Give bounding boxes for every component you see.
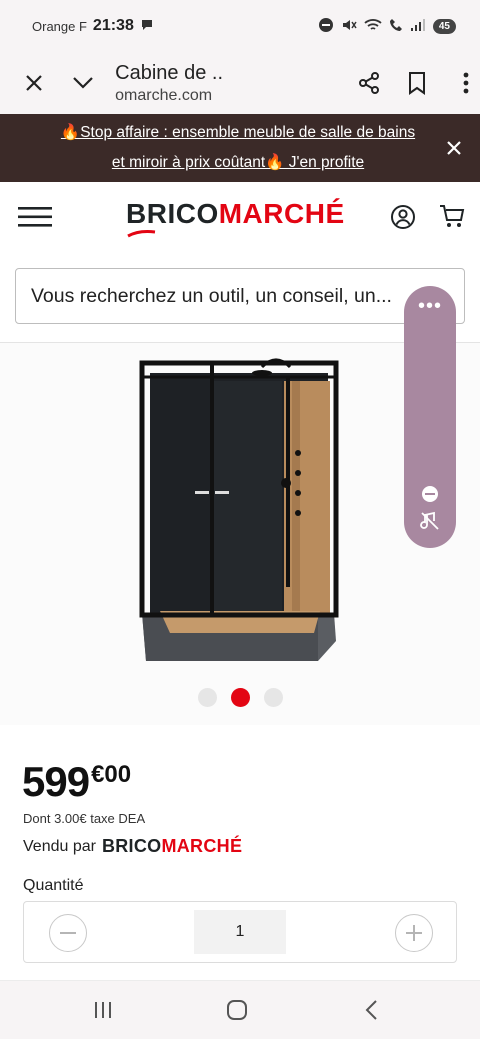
more-options-button[interactable] xyxy=(451,63,480,103)
page-title: Cabine de ... xyxy=(115,61,223,84)
carrier-name: Orange F xyxy=(32,18,87,34)
more-horizontal-icon[interactable]: ••• xyxy=(404,296,456,316)
increase-quantity-button[interactable] xyxy=(395,914,433,952)
carousel-dot-active[interactable] xyxy=(230,688,250,707)
seller-logo-part-2: MARCHÉ xyxy=(161,836,243,856)
site-logo[interactable]: BRICOMARCHÉ xyxy=(126,198,345,230)
mute-icon xyxy=(341,17,357,36)
browser-toolbar: Cabine de ... omarche.com xyxy=(0,52,480,114)
home-icon xyxy=(227,1000,247,1020)
cart-button[interactable] xyxy=(438,202,466,235)
clock: 21:38 xyxy=(92,17,134,34)
carousel-dot[interactable] xyxy=(263,688,283,707)
collapse-button[interactable] xyxy=(69,63,98,103)
logo-part-1: BRICO xyxy=(126,198,219,229)
chevron-down-icon xyxy=(73,77,93,89)
sold-by-label: Vendu par xyxy=(23,837,96,855)
share-button[interactable] xyxy=(354,63,383,103)
price-integer: 599 xyxy=(22,758,90,805)
share-icon xyxy=(358,72,379,94)
floating-media-widget[interactable]: ••• xyxy=(404,286,456,548)
cart-icon xyxy=(440,205,465,227)
carousel-dots xyxy=(0,688,480,707)
page-url: omarche.com xyxy=(115,86,213,104)
back-button[interactable] xyxy=(357,995,387,1025)
product-price: 599 €00 xyxy=(22,760,131,804)
logo-swoosh-icon xyxy=(127,230,156,238)
more-vertical-icon xyxy=(463,72,469,94)
carousel-dot[interactable] xyxy=(197,688,217,707)
battery-icon: 45 xyxy=(432,18,456,34)
close-icon xyxy=(447,141,461,155)
search-input[interactable]: Vous recherchez un outil, un conseil, un… xyxy=(15,268,465,324)
hamburger-icon xyxy=(18,207,52,227)
bookmark-button[interactable] xyxy=(403,63,432,103)
menu-button[interactable] xyxy=(18,206,52,228)
price-decimal: €00 xyxy=(91,761,132,788)
user-icon xyxy=(391,205,415,229)
account-button[interactable] xyxy=(390,204,416,235)
seller-logo-part-1: BRICO xyxy=(101,836,162,856)
search-placeholder: Vous recherchez un outil, un conseil, un… xyxy=(31,284,392,307)
close-icon xyxy=(26,75,43,91)
recent-apps-button[interactable] xyxy=(88,995,118,1025)
music-off-icon[interactable] xyxy=(419,510,441,537)
seller-logo: BRICOMARCHÉ xyxy=(102,836,242,857)
minimize-icon[interactable] xyxy=(422,486,438,502)
promo-link-line1[interactable]: 🔥Stop affaire : ensemble meuble de salle… xyxy=(61,124,415,141)
do-not-disturb-icon xyxy=(318,17,334,36)
bookmark-icon xyxy=(409,72,426,95)
promo-banner: 🔥Stop affaire : ensemble meuble de salle… xyxy=(0,114,480,182)
cut-off-text xyxy=(23,972,323,980)
call-icon xyxy=(389,18,403,35)
promo-close-button[interactable] xyxy=(442,136,466,160)
promo-link-line2[interactable]: et miroir à prix coûtant🔥 J'en profite xyxy=(112,154,364,171)
logo-part-2: MARCHÉ xyxy=(218,198,345,229)
tax-note: Dont 3.00€ taxe DEA xyxy=(23,811,146,826)
recent-apps-icon xyxy=(95,1002,111,1018)
quantity-stepper: 1 xyxy=(23,901,457,963)
wifi-icon xyxy=(364,18,382,35)
quantity-input[interactable]: 1 xyxy=(194,910,286,954)
chat-bubble-icon xyxy=(140,18,154,35)
decrease-quantity-button[interactable] xyxy=(49,914,87,952)
url-bar[interactable]: Cabine de ... omarche.com xyxy=(115,62,222,105)
home-button[interactable] xyxy=(222,995,252,1025)
close-tab-button[interactable] xyxy=(20,63,49,103)
status-bar: Orange F 21:38 45 xyxy=(0,0,480,52)
system-nav-bar xyxy=(0,980,480,1039)
signal-icon xyxy=(410,18,426,35)
quantity-label: Quantité xyxy=(23,877,84,894)
back-arrow-icon xyxy=(365,1000,377,1020)
sold-by: Vendu par BRICOMARCHÉ xyxy=(23,836,242,857)
